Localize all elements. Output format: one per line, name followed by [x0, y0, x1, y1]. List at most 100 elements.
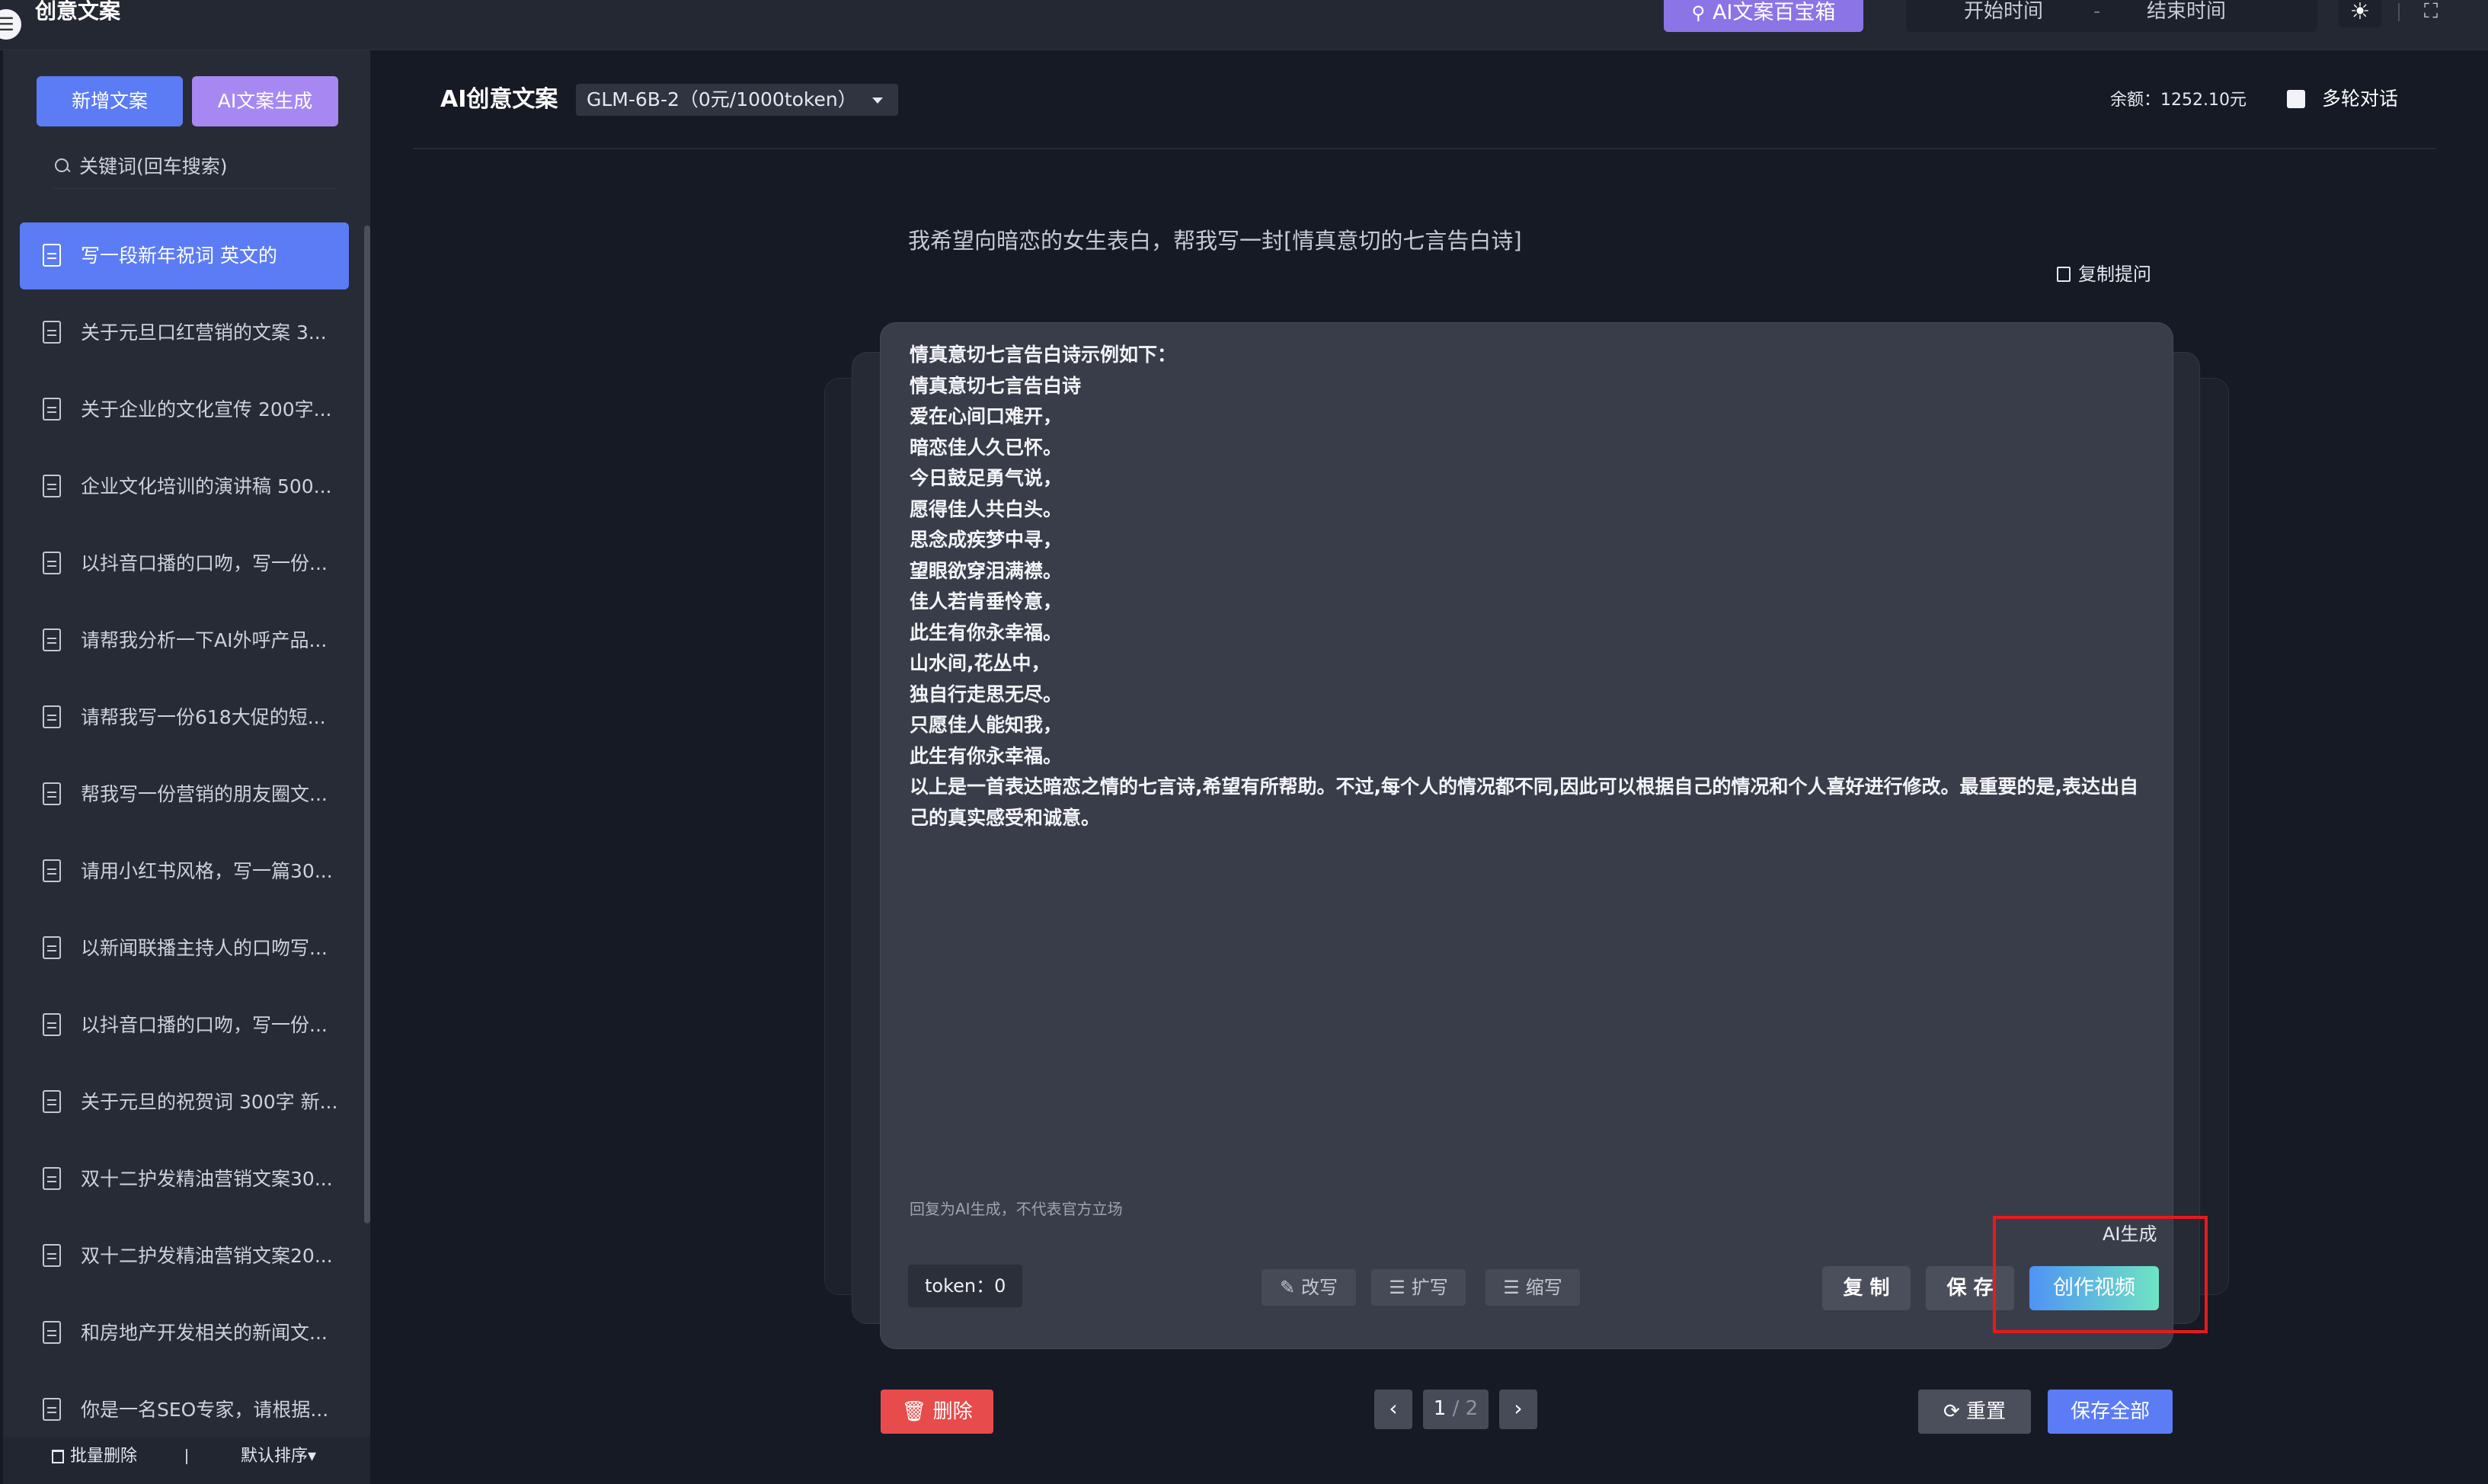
- document-icon: [43, 936, 61, 959]
- sidebar-doc-item[interactable]: 请用小红书风格，写一篇30...: [20, 838, 349, 905]
- sidebar-footer: 批量删除 默认排序▾: [3, 1437, 370, 1484]
- sidebar-doc-item[interactable]: 写一段新年祝词 英文的: [20, 222, 349, 289]
- answer-line: 爱在心间口难开，: [910, 405, 1063, 427]
- date-separator: -: [2093, 0, 2101, 23]
- sidebar-doc-label: 关于元旦的祝贺词 300字 新...: [81, 1091, 338, 1113]
- sidebar-doc-item[interactable]: 以抖音口播的口吻，写一份...: [20, 530, 349, 597]
- document-icon: [43, 1398, 61, 1421]
- sidebar-doc-label: 以抖音口播的口吻，写一份...: [81, 1014, 328, 1036]
- sidebar-doc-item[interactable]: 请帮我分析一下AI外呼产品...: [20, 607, 349, 674]
- sidebar-doc-label: 双十二护发精油营销文案20...: [81, 1245, 333, 1267]
- prev-page-button[interactable]: ‹: [1374, 1390, 1412, 1429]
- sidebar-doc-item[interactable]: 以抖音口播的口吻，写一份...: [20, 992, 349, 1059]
- document-icon: [43, 475, 61, 497]
- document-icon: [43, 705, 61, 728]
- location-pin-icon: ⚲: [1691, 2, 1706, 24]
- search-input[interactable]: [79, 151, 331, 181]
- sidebar-doc-item[interactable]: 双十二护发精油营销文案30...: [20, 1146, 349, 1213]
- copy-answer-button[interactable]: 复 制: [1822, 1266, 1911, 1310]
- sidebar-doc-label: 和房地产开发相关的新闻文...: [81, 1322, 328, 1344]
- page-indicator: 1 / 2: [1423, 1390, 1489, 1429]
- ai-generate-button[interactable]: AI文案生成: [192, 76, 338, 126]
- shorten-button[interactable]: ☰ 缩写: [1485, 1269, 1580, 1306]
- expand-button[interactable]: ☰ 扩写: [1371, 1269, 1466, 1306]
- expand-label: 扩写: [1411, 1277, 1448, 1298]
- answer-line: 只愿佳人能知我，: [910, 714, 1063, 736]
- reset-label: 重置: [1966, 1400, 2007, 1423]
- sidebar-doc-item[interactable]: 双十二护发精油营销文案20...: [20, 1223, 349, 1290]
- list-expand-icon: ☰: [1389, 1277, 1405, 1298]
- answer-line: 暗恋佳人久已怀。: [910, 436, 1063, 459]
- highlight-box: [1993, 1216, 2208, 1333]
- document-list: 写一段新年祝词 英文的关于元旦口红营销的文案 3... 关于企业的文化宣传 200…: [20, 222, 349, 1454]
- delete-button[interactable]: 🗑 删除: [881, 1390, 993, 1434]
- copy-question-label: 复制提问: [2078, 264, 2151, 285]
- multi-turn-checkbox[interactable]: [2287, 90, 2305, 108]
- divider: [413, 148, 2436, 149]
- refresh-icon: ⟳: [1943, 1400, 1960, 1423]
- caret-down-icon: ▾: [308, 1447, 317, 1466]
- document-icon: [43, 552, 61, 574]
- date-end[interactable]: 结束时间: [2147, 0, 2226, 23]
- ai-toolbox-button[interactable]: ⚲ AI文案百宝箱: [1664, 0, 1863, 32]
- chevron-left-icon: ‹: [1389, 1396, 1398, 1421]
- answer-line: 望眼欲穿泪满襟。: [910, 559, 1063, 582]
- menu-icon[interactable]: ☰: [0, 9, 21, 40]
- shorten-label: 缩写: [1525, 1277, 1562, 1298]
- document-icon: [43, 398, 61, 421]
- sidebar-doc-item[interactable]: 和房地产开发相关的新闻文...: [20, 1300, 349, 1367]
- pencil-icon: ✎: [1279, 1277, 1296, 1298]
- theme-toggle-sun-icon[interactable]: ☀: [2339, 0, 2381, 27]
- answer-line: 此生有你永幸福。: [910, 621, 1063, 644]
- sidebar-doc-item[interactable]: 以新闻联播主持人的口吻写...: [20, 915, 349, 982]
- sidebar-doc-label: 关于元旦口红营销的文案 3...: [81, 321, 327, 344]
- sidebar-doc-label: 请用小红书风格，写一篇30...: [81, 860, 333, 882]
- document-icon: [43, 859, 61, 882]
- token-count: token：0: [908, 1265, 1023, 1307]
- reset-button[interactable]: ⟳ 重置: [1918, 1390, 2031, 1434]
- sidebar-doc-item[interactable]: 请帮我写一份618大促的短...: [20, 684, 349, 751]
- sidebar-doc-item[interactable]: 关于元旦口红营销的文案 3...: [20, 299, 349, 366]
- sidebar-doc-label: 以新闻联播主持人的口吻写...: [81, 937, 328, 959]
- delete-label: 删除: [932, 1400, 973, 1423]
- sidebar-doc-item[interactable]: 关于企业的文化宣传 200字...: [20, 376, 349, 443]
- copy-question-button[interactable]: 复制提问: [2057, 259, 2151, 289]
- user-question: 我希望向暗恋的女生表白，帮我写一封[情真意切的七言告白诗]: [908, 228, 1522, 254]
- sidebar-doc-label: 请帮我分析一下AI外呼产品...: [81, 629, 328, 651]
- document-icon: [43, 1244, 61, 1267]
- sidebar-doc-label: 你是一名SEO专家，请根据...: [81, 1399, 329, 1421]
- document-icon: [43, 1167, 61, 1190]
- sidebar-doc-item[interactable]: 你是一名SEO专家，请根据...: [20, 1377, 349, 1444]
- document-icon: [43, 321, 61, 344]
- top-bar: ☰ 创意文案 ⚲ AI文案百宝箱 开始时间 - 结束时间 ☀ ⛶: [0, 0, 2488, 50]
- sidebar-doc-item[interactable]: 帮我写一份营销的朋友圈文...: [20, 761, 349, 828]
- next-page-button[interactable]: ›: [1499, 1390, 1537, 1429]
- new-copy-button[interactable]: 新增文案: [37, 76, 183, 126]
- document-icon: [43, 628, 61, 651]
- date-range-picker[interactable]: 开始时间 - 结束时间: [1906, 0, 2317, 32]
- page-title: AI创意文案: [440, 86, 558, 113]
- date-start[interactable]: 开始时间: [1964, 0, 2043, 23]
- model-select[interactable]: GLM-6B-2（0元/1000token）: [576, 84, 898, 116]
- copy-icon: [2057, 267, 2071, 282]
- caret-down-icon: [871, 98, 883, 104]
- ai-toolbox-label: AI文案百宝箱: [1712, 1, 1836, 24]
- sort-label: 默认排序: [241, 1447, 309, 1466]
- sort-dropdown[interactable]: 默认排序▾: [241, 1441, 316, 1472]
- sidebar-doc-item[interactable]: 关于元旦的祝贺词 300字 新...: [20, 1069, 349, 1136]
- sidebar-scrollbar[interactable]: [364, 225, 370, 1223]
- batch-delete-button[interactable]: 批量删除: [52, 1441, 137, 1472]
- sidebar-doc-item[interactable]: 企业文化培训的演讲稿 500...: [20, 453, 349, 520]
- save-all-button[interactable]: 保存全部: [2048, 1390, 2173, 1434]
- chevron-right-icon: ›: [1514, 1396, 1523, 1421]
- sidebar: 新增文案 AI文案生成 写一段新年祝词 英文的关于元旦口红营销的文案 3... 关…: [3, 50, 370, 1484]
- trash-icon: 🗑: [901, 1400, 927, 1423]
- rewrite-label: 改写: [1301, 1277, 1338, 1298]
- rewrite-button[interactable]: ✎ 改写: [1262, 1269, 1356, 1306]
- fullscreen-icon[interactable]: ⛶: [2424, 0, 2438, 23]
- list-shorten-icon: ☰: [1503, 1277, 1520, 1298]
- answer-line: 思念成疾梦中寻，: [910, 529, 1063, 551]
- answer-line: 愿得佳人共白头。: [910, 497, 1063, 520]
- sidebar-doc-label: 企业文化培训的演讲稿 500...: [81, 475, 332, 497]
- divider: [2398, 3, 2400, 21]
